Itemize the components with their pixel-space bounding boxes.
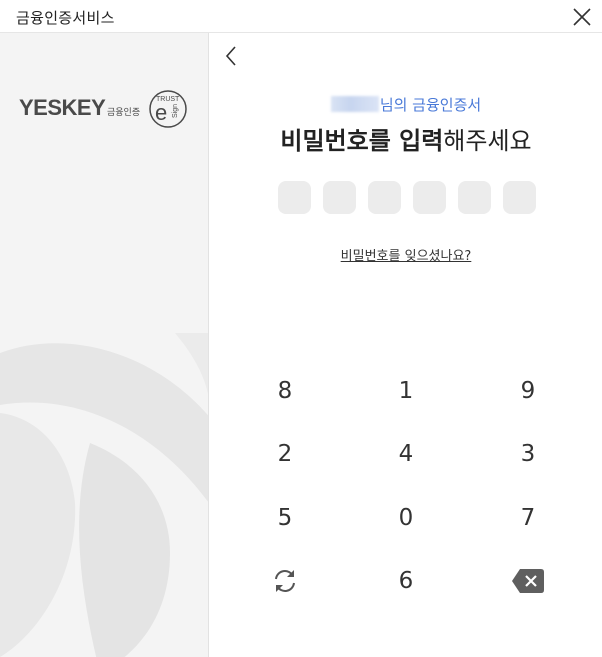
password-slot-2 (323, 181, 356, 214)
password-slot-3 (368, 181, 401, 214)
keypad-key[interactable]: 7 (488, 494, 568, 542)
brand-panel: YESKEY 금융인증 TRUST e Sign (0, 33, 209, 657)
keypad-key[interactable]: 6 (366, 557, 446, 605)
close-icon (573, 8, 591, 26)
owner-suffix: 님의 금융인증서 (379, 96, 482, 114)
seal-side: Sign (172, 104, 179, 118)
password-slot-4 (413, 181, 446, 214)
seal-letter: e (155, 100, 167, 125)
close-button[interactable] (569, 4, 595, 30)
chevron-left-icon (225, 46, 236, 66)
keypad-key[interactable]: 9 (488, 367, 568, 415)
keypad-key[interactable]: 8 (245, 367, 325, 415)
title-bar: 금융인증서비스 (0, 0, 602, 33)
password-slot-5 (458, 181, 491, 214)
keypad-key[interactable]: 4 (366, 430, 446, 478)
keypad-key[interactable]: 1 (366, 367, 446, 415)
refresh-icon (275, 570, 295, 592)
certificate-owner: 님의 금융인증서 (210, 94, 602, 115)
page-title: 비밀번호를 입력해주세요 (210, 121, 602, 156)
logo-sub: 금융인증 (107, 107, 140, 118)
yeskey-logo: YESKEY 금융인증 TRUST e Sign (19, 85, 189, 133)
forgot-password-link[interactable]: 비밀번호를 잊으셨나요? (210, 245, 602, 264)
backspace-icon (512, 569, 544, 593)
prompt-rest: 해주세요 (443, 127, 532, 155)
logo-text: YESKEY (19, 95, 106, 120)
password-slot-6 (503, 181, 536, 214)
shuffle-keys-button[interactable] (245, 557, 325, 605)
keypad-key[interactable]: 0 (366, 494, 446, 542)
back-button[interactable] (220, 43, 244, 69)
delete-button[interactable] (488, 557, 568, 605)
keypad-key[interactable]: 3 (488, 430, 568, 478)
password-slot-1 (278, 181, 311, 214)
masked-username (330, 96, 379, 112)
prompt-bold: 비밀번호를 입력 (280, 127, 444, 155)
keypad-key[interactable]: 5 (245, 494, 325, 542)
keypad-key[interactable]: 2 (245, 430, 325, 478)
window-title: 금융인증서비스 (16, 9, 115, 27)
password-panel: 님의 금융인증서 비밀번호를 입력해주세요 비밀번호를 잊으셨나요? 8 1 9… (210, 33, 602, 657)
